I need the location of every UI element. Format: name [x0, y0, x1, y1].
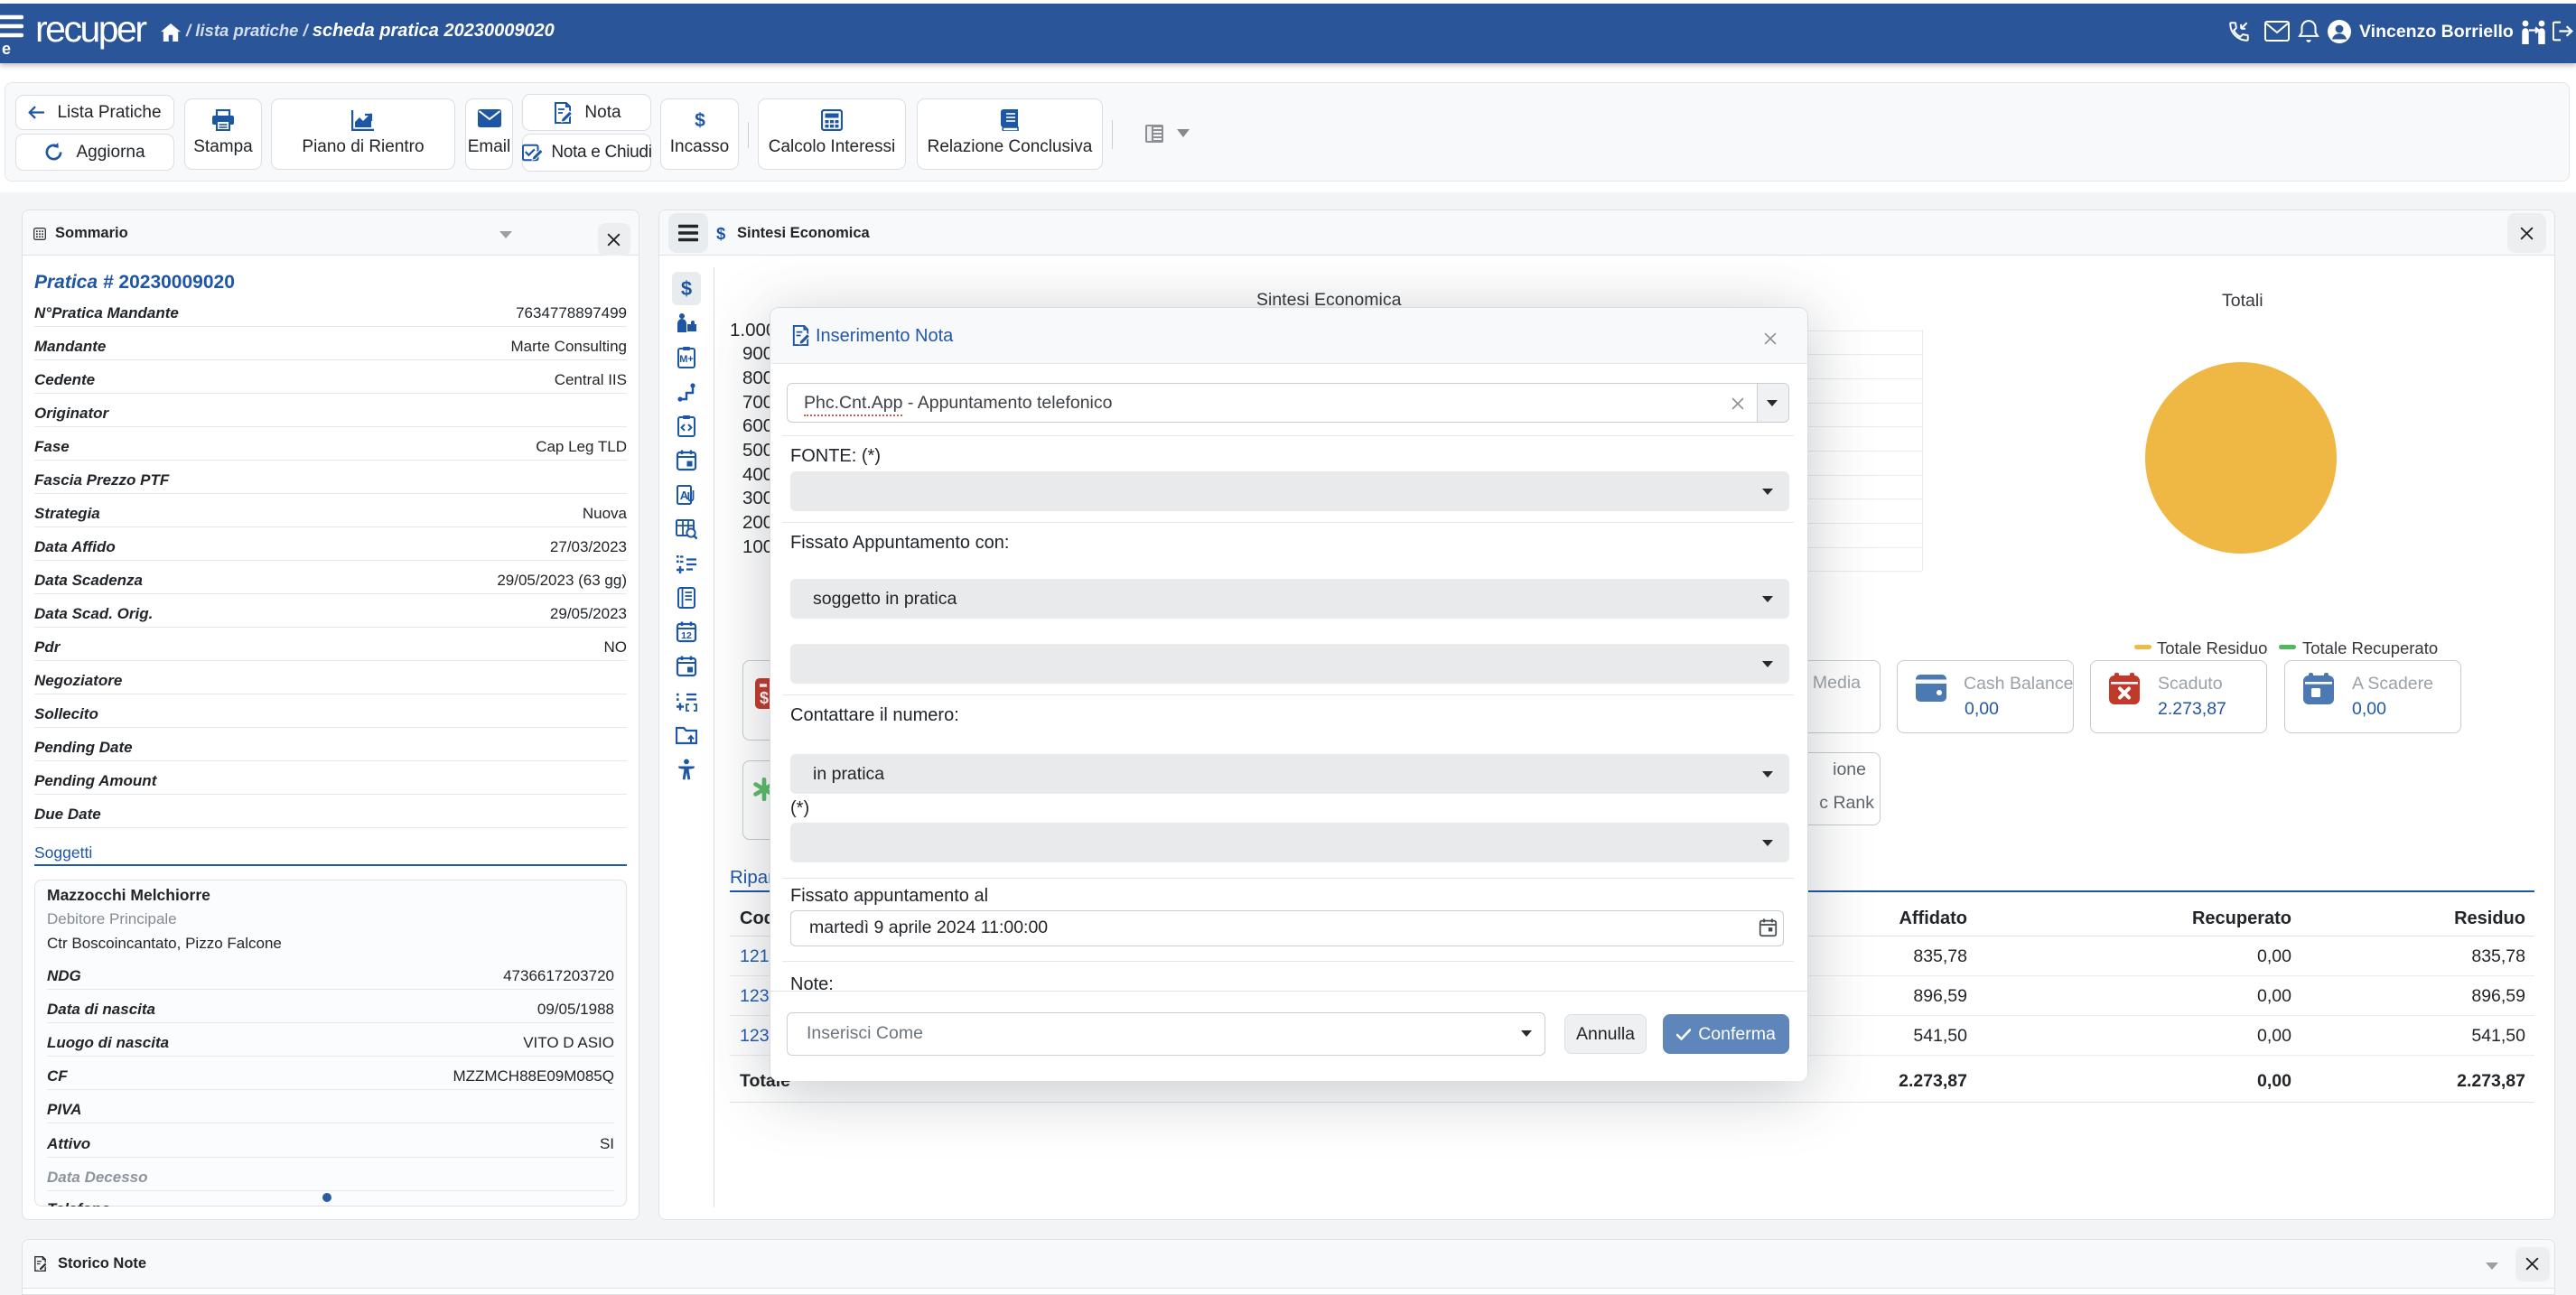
svg-text:M+: M+ [679, 354, 694, 365]
svg-text:A: A [680, 489, 689, 502]
svg-text:$: $ [760, 689, 769, 707]
svg-text:$: $ [681, 278, 692, 300]
svg-text:12: 12 [681, 630, 692, 641]
svg-text:$: $ [695, 110, 705, 131]
